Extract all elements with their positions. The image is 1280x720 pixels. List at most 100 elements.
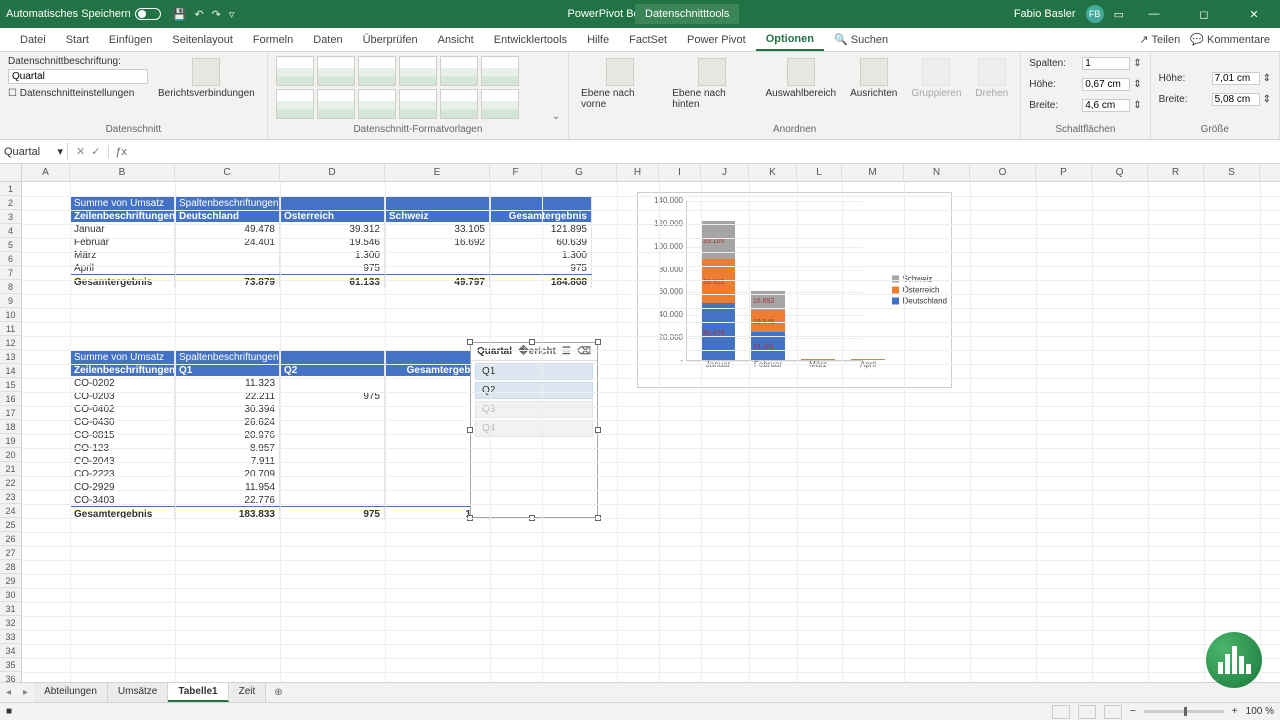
sheet-nav-next[interactable]: ▸	[17, 687, 34, 698]
resize-handle[interactable]	[467, 427, 473, 433]
row-header[interactable]: 23	[0, 490, 21, 504]
row-header[interactable]: 13	[0, 350, 21, 364]
resize-handle[interactable]	[467, 339, 473, 345]
row-header[interactable]: 34	[0, 644, 21, 658]
tab-factset[interactable]: FactSet	[619, 30, 677, 50]
row-header[interactable]: 29	[0, 574, 21, 588]
minimize-button[interactable]: —	[1134, 8, 1174, 20]
style-swatch[interactable]	[481, 89, 519, 119]
column-header[interactable]: R	[1148, 164, 1204, 181]
row-headers[interactable]: 1234567891011121314151617181920212223242…	[0, 182, 22, 684]
columns-input[interactable]	[1082, 57, 1130, 70]
slicer-settings-check[interactable]: ☐ Datenschnitteinstellungen	[8, 88, 148, 99]
row-header[interactable]: 10	[0, 308, 21, 322]
resize-handle[interactable]	[595, 339, 601, 345]
style-swatch[interactable]	[317, 56, 355, 86]
row-header[interactable]: 33	[0, 630, 21, 644]
sheet-tab[interactable]: Abteilungen	[34, 683, 108, 702]
pivot-row-label[interactable]: CO-2043	[70, 454, 175, 467]
column-header[interactable]: B	[70, 164, 175, 181]
zoom-slider[interactable]	[1144, 710, 1224, 713]
column-header[interactable]: L	[797, 164, 842, 181]
multi-select-icon[interactable]: �ericht	[518, 346, 556, 357]
tab-review[interactable]: Überprüfen	[353, 30, 428, 50]
row-header[interactable]: 31	[0, 602, 21, 616]
column-header[interactable]: E	[385, 164, 490, 181]
tab-formulas[interactable]: Formeln	[243, 30, 303, 50]
zoom-in-button[interactable]: +	[1232, 706, 1238, 717]
legend-item[interactable]: Deutschland	[892, 297, 947, 306]
resize-handle[interactable]	[595, 427, 601, 433]
pivot-row-label[interactable]: CO-0402	[70, 402, 175, 415]
column-headers[interactable]: ABCDEFGHIJKLMNOPQRS	[0, 164, 1280, 182]
maximize-button[interactable]: ◻	[1184, 8, 1224, 21]
tab-file[interactable]: Datei	[10, 30, 56, 50]
style-swatch[interactable]	[440, 89, 478, 119]
tab-view[interactable]: Ansicht	[428, 30, 484, 50]
pivot-value-cell[interactable]: 975	[490, 261, 592, 274]
tab-powerpivot[interactable]: Power Pivot	[677, 30, 756, 50]
row-header[interactable]: 27	[0, 546, 21, 560]
tab-home[interactable]: Start	[56, 30, 99, 50]
pivot-row-label[interactable]: April	[70, 261, 175, 274]
pivot-value-cell[interactable]: 22.211	[175, 389, 280, 402]
spinner-icon[interactable]: ⇕	[1263, 94, 1271, 105]
pivot-value-cell[interactable]	[280, 480, 385, 493]
report-connections-button[interactable]: Berichtsverbindungen	[154, 56, 259, 101]
pivot-row-label[interactable]: März	[70, 248, 175, 261]
sheet-tab[interactable]: Zeit	[229, 683, 267, 702]
column-header[interactable]: A	[22, 164, 70, 181]
column-header[interactable]: J	[701, 164, 749, 181]
column-header[interactable]: S	[1204, 164, 1260, 181]
autosave-toggle[interactable]: Automatisches Speichern	[6, 8, 161, 20]
resize-handle[interactable]	[529, 339, 535, 345]
row-header[interactable]: 19	[0, 434, 21, 448]
column-header[interactable]: N	[904, 164, 970, 181]
column-header[interactable]: C	[175, 164, 280, 181]
row-header[interactable]: 18	[0, 420, 21, 434]
clear-filter-icon[interactable]: ⌫	[577, 346, 591, 357]
row-header[interactable]: 32	[0, 616, 21, 630]
style-swatch[interactable]	[317, 89, 355, 119]
zoom-level[interactable]: 100 %	[1246, 706, 1274, 717]
row-header[interactable]: 21	[0, 462, 21, 476]
row-header[interactable]: 2	[0, 196, 21, 210]
align-button[interactable]: Ausrichten	[846, 56, 901, 101]
new-sheet-button[interactable]: ⊕	[266, 687, 290, 698]
row-header[interactable]: 17	[0, 406, 21, 420]
pivot-row-label[interactable]: CO-0203	[70, 389, 175, 402]
group-button[interactable]: Gruppieren	[907, 56, 965, 101]
pivot-row-label[interactable]: CO-0430	[70, 415, 175, 428]
tab-developer[interactable]: Entwicklertools	[484, 30, 577, 50]
cancel-icon[interactable]: ✕	[76, 145, 85, 158]
qat-more-icon[interactable]: ▿	[229, 8, 235, 21]
size-width-input[interactable]	[1212, 93, 1260, 106]
pivot-row-label[interactable]: CO-2223	[70, 467, 175, 480]
row-header[interactable]: 20	[0, 448, 21, 462]
column-header[interactable]: O	[970, 164, 1036, 181]
chevron-down-icon[interactable]: ▾	[57, 145, 63, 158]
user-avatar[interactable]: FB	[1086, 5, 1104, 23]
tab-data[interactable]: Daten	[303, 30, 352, 50]
row-header[interactable]: 28	[0, 560, 21, 574]
row-header[interactable]: 4	[0, 224, 21, 238]
row-header[interactable]: 11	[0, 322, 21, 336]
row-header[interactable]: 35	[0, 658, 21, 672]
pivot-value-cell[interactable]	[280, 467, 385, 480]
pivot-value-cell[interactable]	[385, 261, 490, 274]
row-header[interactable]: 14	[0, 364, 21, 378]
row-header[interactable]: 9	[0, 294, 21, 308]
sheet-tab[interactable]: Umsätze	[108, 683, 168, 702]
style-swatch[interactable]	[358, 56, 396, 86]
cells-area[interactable]: Summe von UmsatzSpaltenbeschriftungen▾ Z…	[22, 182, 1280, 684]
pivot-value-cell[interactable]: 19.546	[280, 235, 385, 248]
spinner-icon[interactable]: ⇕	[1133, 100, 1141, 111]
spinner-icon[interactable]: ⇕	[1133, 58, 1141, 69]
column-header[interactable]: M	[842, 164, 904, 181]
pivot-value-cell[interactable]	[280, 415, 385, 428]
pivot-value-cell[interactable]: 7.911	[175, 454, 280, 467]
multi-select-icon[interactable]: ☰	[562, 346, 571, 357]
pivot-value-cell[interactable]	[280, 402, 385, 415]
pivot-value-cell[interactable]	[385, 248, 490, 261]
row-header[interactable]: 26	[0, 532, 21, 546]
